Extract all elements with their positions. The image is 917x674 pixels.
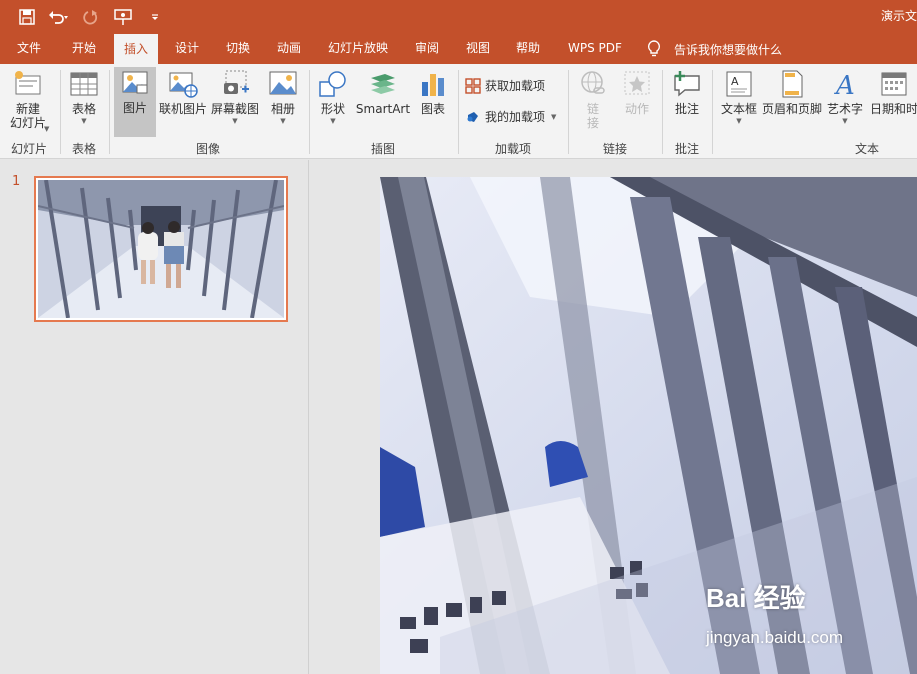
tab-help[interactable]: 帮助: [516, 34, 540, 64]
customize-icon: [152, 14, 158, 20]
comment-icon: [674, 71, 700, 97]
baidu-watermark: Bai 经验 jingyan.baidu.com: [706, 578, 843, 647]
tell-me-text: 告诉我你想要做什么: [674, 42, 783, 57]
smartart-button[interactable]: SmartArt: [355, 68, 411, 116]
group-comments-label: 批注: [675, 142, 700, 156]
group-tables-label: 表格: [72, 142, 97, 156]
group-separator: [109, 70, 110, 154]
online-picture-button[interactable]: 联机图片: [158, 68, 208, 116]
group-text-label: 文本: [855, 142, 880, 156]
tab-file[interactable]: 文件: [17, 34, 41, 64]
present-from-start-button[interactable]: [110, 6, 136, 28]
tab-slideshow[interactable]: 幻灯片放映: [328, 34, 388, 64]
new-slide-button[interactable]: 新建 幻灯片: [6, 68, 50, 130]
ribbon-insert: 新建 幻灯片 ▼ 幻灯片 表格 ▼ 表格 图片 联机图片 屏幕截图 ▼ 相册 ▼…: [0, 64, 917, 159]
watermark-logo: Bai 经验: [706, 583, 806, 613]
group-addins-label: 加载项: [495, 142, 532, 156]
slide-thumbnail[interactable]: [34, 176, 288, 322]
online-picture-icon: [169, 72, 198, 98]
tab-design[interactable]: 设计: [175, 34, 199, 64]
save-button[interactable]: [14, 6, 40, 28]
chart-button[interactable]: 图表: [416, 68, 450, 116]
svg-text:A: A: [731, 75, 739, 88]
group-links-label: 链接: [603, 142, 628, 156]
table-icon: [70, 72, 98, 96]
smartart-icon: [371, 74, 395, 94]
customize-qat-button[interactable]: [142, 6, 168, 28]
screenshot-button[interactable]: 屏幕截图 ▼: [210, 68, 260, 126]
group-illustrations-label: 插图: [371, 142, 396, 156]
group-separator: [309, 70, 310, 154]
redo-button[interactable]: [78, 6, 104, 28]
wordart-icon: A: [834, 71, 855, 100]
link-icon: [581, 71, 605, 94]
undo-icon: [49, 11, 68, 24]
lightbulb-icon: [647, 40, 661, 57]
window-title: 演示文: [880, 9, 917, 23]
header-footer-icon: [782, 70, 803, 98]
table-button[interactable]: 表格 ▼: [67, 68, 101, 126]
textbox-icon: A: [726, 71, 752, 97]
link-button[interactable]: 链 接: [576, 68, 610, 130]
tell-me-box[interactable]: 告诉我你想要做什么: [646, 34, 782, 64]
chart-icon: [422, 74, 444, 96]
slide-number: 1: [12, 174, 21, 189]
quick-access-toolbar: [14, 6, 174, 28]
slide-editor: [310, 160, 917, 674]
tab-insert[interactable]: 插入: [114, 34, 159, 64]
corridor-photo: [380, 177, 917, 674]
photo-album-icon: [269, 71, 297, 95]
tab-animations[interactable]: 动画: [277, 34, 301, 64]
tab-view[interactable]: 视图: [466, 34, 490, 64]
photo-album-button[interactable]: 相册 ▼: [266, 68, 300, 126]
action-star-icon: [624, 71, 650, 95]
tab-home[interactable]: 开始: [72, 34, 96, 64]
tab-wps-pdf[interactable]: WPS PDF: [568, 34, 622, 64]
shapes-button[interactable]: 形状 ▼: [316, 68, 350, 126]
slide-canvas[interactable]: [380, 177, 917, 674]
picture-button[interactable]: 图片: [114, 67, 156, 137]
slide-thumbnail-pane: 1: [0, 160, 309, 674]
header-footer-button[interactable]: 页眉和页脚: [761, 68, 823, 116]
group-separator: [458, 70, 459, 154]
redo-icon: [83, 10, 98, 25]
date-time-button[interactable]: 日期和时: [868, 68, 917, 116]
tab-transitions[interactable]: 切换: [226, 34, 250, 64]
group-separator: [712, 70, 713, 154]
calendar-icon: [881, 72, 907, 96]
textbox-button[interactable]: A 文本框 ▼: [719, 68, 759, 126]
watermark-url: jingyan.baidu.com: [706, 628, 844, 647]
shapes-icon: [319, 71, 346, 97]
new-slide-icon: [15, 71, 41, 95]
group-slides-label: 幻灯片: [11, 142, 48, 156]
present-icon: [114, 9, 132, 25]
get-addins-button[interactable]: 获取加载项: [465, 77, 545, 94]
comment-button[interactable]: 批注: [670, 68, 704, 116]
svg-text:A: A: [834, 71, 855, 100]
addins-icon: [467, 111, 478, 122]
undo-button[interactable]: [46, 6, 72, 28]
store-icon: [465, 77, 481, 94]
title-bar: 演示文: [0, 0, 917, 34]
group-separator: [662, 70, 663, 154]
ribbon-tabs: 文件 开始 插入 设计 切换 动画 幻灯片放映 审阅 视图 帮助 WPS PDF…: [0, 34, 917, 64]
group-separator: [60, 70, 61, 154]
screenshot-icon: [224, 70, 249, 94]
group-separator: [568, 70, 569, 154]
wordart-button[interactable]: A 艺术字 ▼: [826, 68, 864, 126]
save-icon: [19, 9, 35, 25]
group-images-label: 图像: [196, 142, 221, 156]
tab-review[interactable]: 审阅: [415, 34, 439, 64]
my-addins-button[interactable]: 我的加载项 ▼: [465, 108, 556, 125]
action-button[interactable]: 动作: [620, 68, 654, 116]
picture-icon: [122, 71, 148, 94]
new-slide-dropdown[interactable]: ▼: [44, 124, 49, 134]
corridor-thumbnail-image: [37, 179, 285, 319]
